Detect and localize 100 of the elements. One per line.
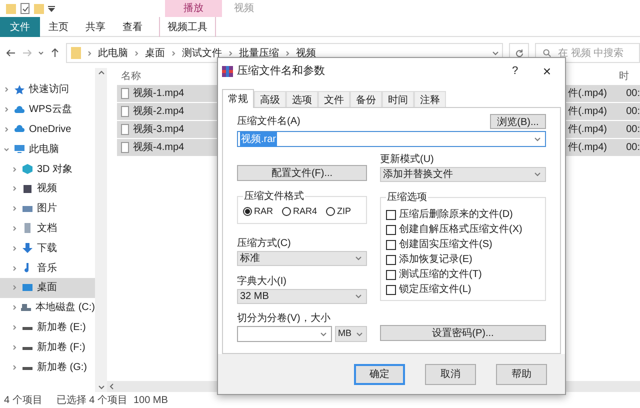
chevron-icon[interactable] [12,226,17,231]
chevron-icon[interactable] [12,186,17,192]
nav-item[interactable]: 文档 [0,218,95,238]
nav-item[interactable]: 桌面 [0,278,95,298]
ribbon-tab[interactable]: 共享 [77,17,114,37]
forward-icon[interactable] [22,48,32,58]
nav-item[interactable]: 新加卷 (F:) [0,337,95,358]
up-icon[interactable] [50,48,60,58]
chevron-icon [87,50,92,56]
chevron-icon[interactable] [12,285,17,290]
nav-item[interactable]: 本地磁盘 (C:) [0,298,95,318]
radio-button[interactable] [282,207,292,216]
dialog-tab[interactable]: 备份 [350,91,382,108]
scroll-up-icon[interactable] [98,70,104,75]
nav-item[interactable]: 新加卷 (G:) [0,357,95,377]
checkbox[interactable] [386,270,396,280]
nav-item[interactable]: OneDrive [0,120,95,140]
column-header[interactable]: 时 [619,68,629,84]
context-tab-header: 播放 [165,0,222,17]
scroll-left-icon[interactable] [109,383,114,390]
nav-item[interactable]: 图片 [0,198,95,219]
breadcrumb[interactable]: 视频 [296,46,316,60]
chevron-icon[interactable] [12,305,17,310]
dictionary-select[interactable]: 32 MB [237,289,367,304]
ribbon-tab[interactable]: 视频工具 [159,17,216,37]
help-button[interactable]: ? [505,62,525,80]
chevron-icon[interactable] [12,266,17,271]
ribbon-tab[interactable]: 文件 [0,17,40,37]
chevron-icon [171,50,176,56]
chevron-icon[interactable] [12,246,17,251]
chevron-icon[interactable] [12,364,17,370]
back-icon[interactable] [6,48,16,58]
chevron-icon[interactable] [12,344,17,350]
chevron-icon [228,50,233,56]
field-label: 更新模式(U) [380,152,435,167]
checkbox[interactable] [386,284,396,294]
dialog-button[interactable]: 帮助 [496,364,547,384]
checkbox-label: 创建自解压格式压缩文件(X) [399,222,522,237]
field-label: 压缩文件名(A) [237,114,300,129]
checkbox[interactable] [386,224,396,234]
nav-label: 图片 [37,202,57,216]
radio-button[interactable] [326,207,336,216]
selection-count: 已选择 4 个项目 [56,394,128,408]
browse-button[interactable]: 浏览(B)... [490,114,546,129]
nav-item[interactable]: 下载 [0,238,95,258]
password-button[interactable]: 设置密码(P)... [380,325,546,341]
chevron-icon[interactable] [12,206,17,212]
chevron-icon[interactable] [12,324,17,330]
profiles-button[interactable]: 配置文件(F)... [237,165,367,181]
breadcrumb[interactable]: 测试文件 [182,46,222,60]
nav-label: 快速访问 [29,82,69,98]
breadcrumb[interactable]: 桌面 [145,46,165,60]
scroll-down-icon[interactable] [98,385,104,390]
nav-item[interactable]: 此电脑 [0,139,95,160]
file-icon [121,124,129,135]
dialog-tab[interactable]: 选项 [286,91,318,108]
file-name: 视频-3.mp4 [133,122,184,137]
item-count: 4 个项目 [4,394,42,408]
nav-item[interactable]: 新加卷 (E:) [0,318,95,338]
file-type: 件(.mp4) [568,141,608,155]
dialog-tab[interactable]: 文件 [318,91,350,108]
breadcrumb[interactable]: 批量压缩 [239,46,279,60]
chevron-icon[interactable] [4,146,9,152]
nav-item[interactable]: 快速访问 [0,80,95,100]
update-mode-select[interactable]: 添加并替换文件 [380,167,546,182]
nav-item[interactable]: 视频 [0,178,95,199]
chevron-icon[interactable] [12,166,17,172]
split-size-field[interactable] [237,326,332,342]
dialog-tab[interactable]: 注释 [414,91,446,108]
nav-item[interactable]: WPS云盘 [0,100,95,120]
unit-select[interactable]: MB [335,326,367,342]
method-select[interactable]: 标准 [237,251,367,266]
chevron-icon[interactable] [4,126,9,132]
properties-icon[interactable] [20,3,30,14]
scrollbar[interactable] [95,68,107,392]
ribbon-tab[interactable]: 主页 [40,17,77,37]
search-field[interactable]: 在 视频 中搜索 [535,43,640,63]
field-label: 切分为分卷(V)，大小 [237,312,332,326]
radio-label: ZIP [337,204,352,218]
dialog-tab[interactable]: 时间 [382,91,414,108]
nav-label: 音乐 [37,262,57,276]
ribbon-tab[interactable]: 查看 [114,17,151,37]
breadcrumb[interactable]: 此电脑 [98,46,128,60]
radio-button[interactable] [243,207,252,216]
dialog-button[interactable]: 取消 [425,364,476,384]
dropdown-icon[interactable] [492,50,499,56]
archive-icon [222,66,233,76]
checkbox[interactable] [386,240,396,250]
nav-item[interactable]: 音乐 [0,258,95,278]
chevron-icon[interactable] [4,107,9,112]
close-button[interactable]: × [537,60,557,82]
dialog-tab[interactable]: 常规 [222,89,254,108]
dialog-tab[interactable]: 高级 [254,91,286,108]
chevron-icon[interactable] [4,87,9,92]
dialog-button[interactable]: 确定 [354,364,405,384]
dropdown-icon[interactable] [48,6,55,12]
checkbox[interactable] [386,254,396,264]
checkbox[interactable] [386,210,396,220]
field-label: 压缩方式(C) [237,236,292,251]
nav-item[interactable]: 3D 对象 [0,159,95,179]
